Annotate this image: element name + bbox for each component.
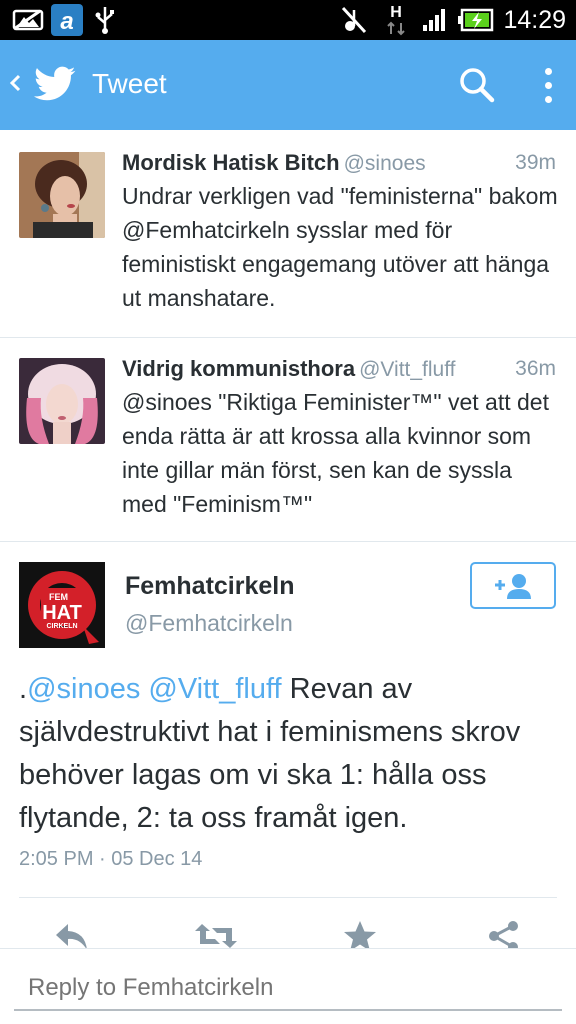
avatar[interactable] [19,152,105,238]
reply-bar [0,948,576,1024]
twitter-bird-icon[interactable] [34,66,76,107]
main-tweet: FEM HAT CIRKELN Femhatcirkeln @Femhatcir… [0,542,576,952]
avatar[interactable]: FEM HAT CIRKELN [19,562,105,648]
avatar[interactable] [19,358,105,444]
chevron-left-icon [9,74,21,92]
svg-text:a: a [60,8,73,35]
logo-text: HAT [42,602,82,624]
tweet-item[interactable]: Vidrig kommunisthora @Vitt_fluff 36m @sin… [0,338,576,542]
data-h-icon: H [384,0,408,40]
more-vertical-icon[interactable] [538,66,560,106]
tweet-text: Undrar verkligen vad "feministerna" bako… [122,183,558,311]
search-button[interactable] [458,66,496,109]
add-user-icon [495,573,531,599]
reply-input[interactable] [14,967,562,1011]
tweet-time: 39m [515,151,556,174]
tweet-item[interactable]: Mordisk Hatisk Bitch @sinoes 39m Undrar v… [0,130,576,338]
tweet-text: .@sinoes @Vitt_fluff Revan av självdestr… [19,668,558,840]
author-handle[interactable]: @sinoes [344,152,426,175]
clock: 14:29 [503,6,566,34]
app-a-icon: a [50,0,84,40]
status-bar: a H 14:29 [0,0,576,40]
logo-text: FEM [49,592,68,602]
back-button[interactable] [8,68,22,104]
tweet-header: Mordisk Hatisk Bitch @sinoes 39m [122,148,556,178]
muted-icon [340,0,368,40]
picture-icon [12,0,44,40]
author-handle[interactable]: @Femhatcirkeln [125,610,293,637]
page-title: Tweet [92,68,167,99]
logo-text: CIRKELN [46,623,77,630]
author-name[interactable]: Vidrig kommunisthora [122,356,355,381]
mention-link[interactable]: @sinoes [27,673,140,705]
author-handle[interactable]: @Vitt_fluff [359,358,455,381]
tweet-text: @sinoes "Riktiga Feminister™" vet att de… [122,389,549,517]
follow-button[interactable] [470,562,556,609]
tweet-header: Vidrig kommunisthora @Vitt_fluff 36m [122,354,556,384]
search-icon [460,68,495,103]
battery-charging-icon [456,0,496,40]
signal-icon [420,0,450,40]
divider [19,897,557,898]
mention-link[interactable]: @Vitt_fluff [148,673,281,705]
mention-prefix: . [19,673,28,705]
usb-icon [92,0,118,40]
tweet-time: 36m [515,357,556,380]
author-name[interactable]: Femhatcirkeln [125,572,295,601]
tweet-date: 2:05 PM · 05 Dec 14 [19,848,203,870]
action-bar: Tweet [0,40,576,130]
svg-text:H: H [390,4,402,21]
author-name[interactable]: Mordisk Hatisk Bitch [122,150,340,175]
